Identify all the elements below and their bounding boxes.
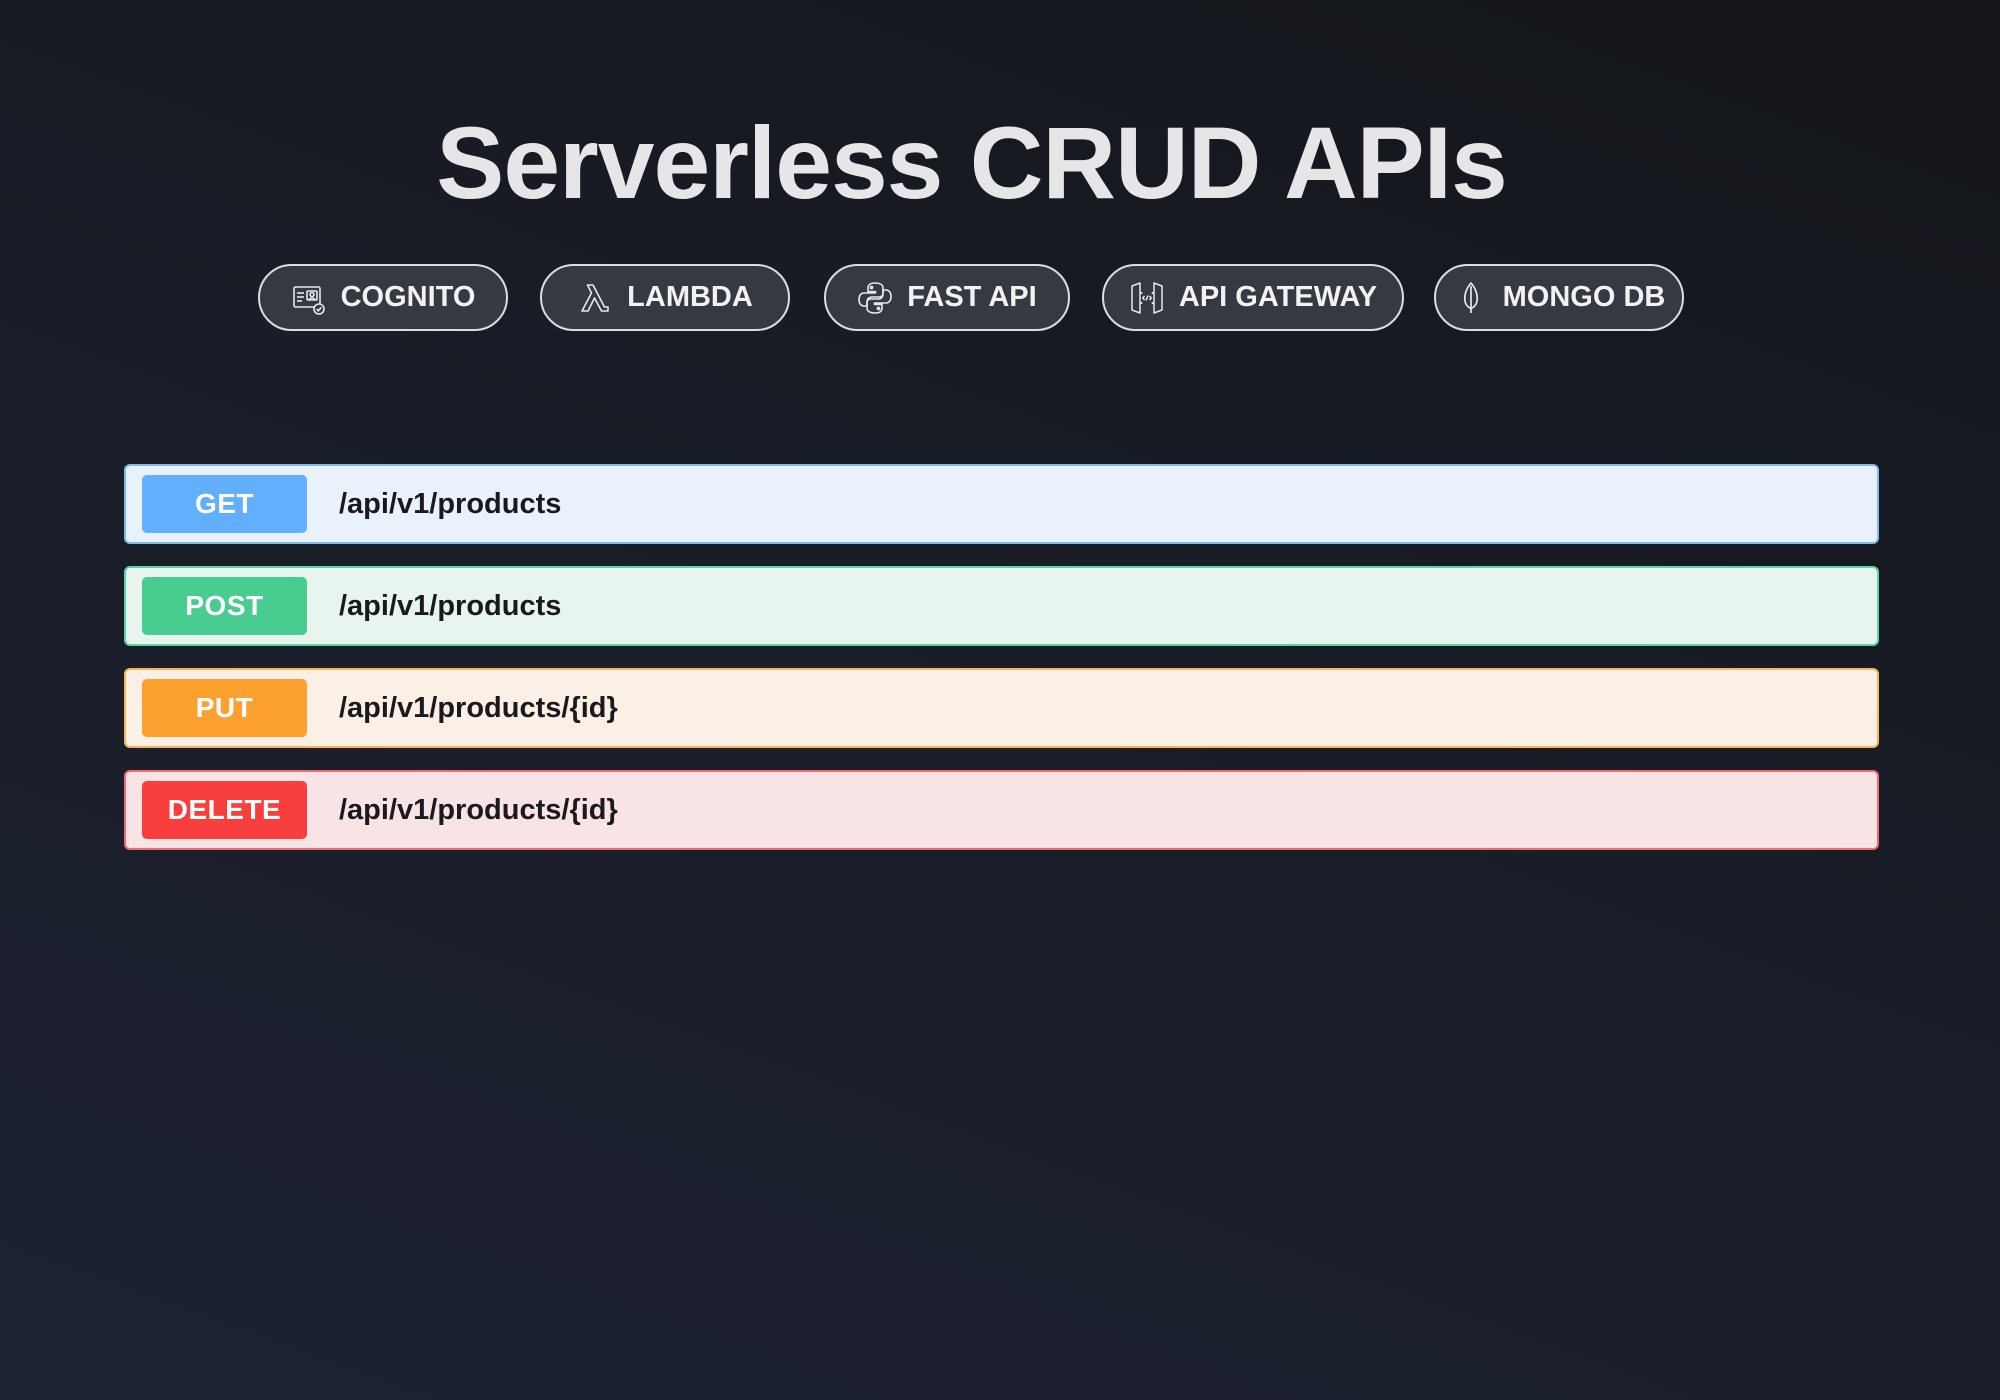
badge-mongodb-label: MONGO DB bbox=[1502, 281, 1666, 313]
mongodb-leaf-icon bbox=[1453, 280, 1489, 316]
tech-badges: COGNITO LAMBDA FAST API API GATEWAY MONG… bbox=[0, 264, 2000, 331]
endpoint-path: /api/v1/products bbox=[339, 589, 562, 622]
method-badge-get: GET bbox=[142, 475, 307, 533]
api-gateway-icon bbox=[1129, 280, 1165, 316]
badge-cognito-label: COGNITO bbox=[340, 281, 476, 313]
endpoint-delete-product[interactable]: DELETE /api/v1/products/{id} bbox=[124, 770, 1879, 850]
cognito-icon bbox=[291, 280, 327, 316]
endpoint-post-products[interactable]: POST /api/v1/products bbox=[124, 566, 1879, 646]
badge-cognito[interactable]: COGNITO bbox=[258, 264, 508, 331]
page-title: Serverless CRUD APIs bbox=[436, 106, 1507, 220]
python-icon bbox=[857, 280, 893, 316]
badge-fastapi[interactable]: FAST API bbox=[824, 264, 1070, 331]
badge-lambda-label: LAMBDA bbox=[627, 281, 753, 313]
badge-mongodb[interactable]: MONGO DB bbox=[1434, 264, 1684, 331]
lambda-icon bbox=[577, 280, 613, 316]
endpoint-get-products[interactable]: GET /api/v1/products bbox=[124, 464, 1879, 544]
badge-fastapi-label: FAST API bbox=[907, 281, 1037, 313]
endpoint-path: /api/v1/products/{id} bbox=[339, 793, 618, 826]
badge-lambda[interactable]: LAMBDA bbox=[540, 264, 790, 331]
method-badge-delete: DELETE bbox=[142, 781, 307, 839]
method-badge-put: PUT bbox=[142, 679, 307, 737]
endpoint-path: /api/v1/products/{id} bbox=[339, 691, 618, 724]
badge-api-gateway-label: API GATEWAY bbox=[1178, 281, 1378, 313]
endpoint-put-product[interactable]: PUT /api/v1/products/{id} bbox=[124, 668, 1879, 748]
endpoint-path: /api/v1/products bbox=[339, 487, 562, 520]
endpoint-list: GET /api/v1/products POST /api/v1/produc… bbox=[124, 464, 1879, 872]
method-badge-post: POST bbox=[142, 577, 307, 635]
badge-api-gateway[interactable]: API GATEWAY bbox=[1102, 264, 1404, 331]
